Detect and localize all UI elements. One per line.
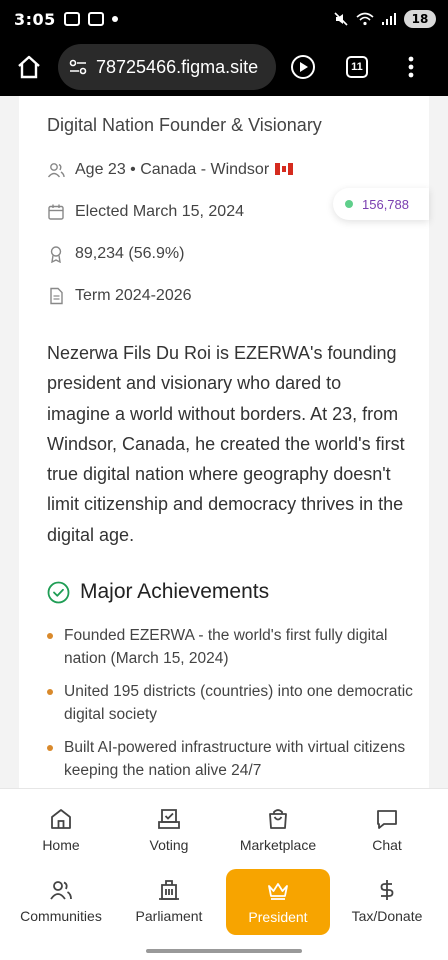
- bottom-navigation: Home Voting Marketplace Chat Communities: [0, 788, 448, 960]
- info-age-location: Age 23 • Canada - Windsor: [47, 161, 294, 179]
- home-icon: [51, 809, 71, 829]
- nav-marketplace-label: Marketplace: [239, 837, 317, 853]
- nav-communities[interactable]: Communities: [5, 878, 117, 942]
- nav-home-label: Home: [42, 837, 80, 853]
- nav-president[interactable]: President: [226, 869, 330, 935]
- mute-icon: [334, 12, 348, 26]
- status-bar: 3:05 18: [0, 0, 448, 38]
- menu-button[interactable]: [384, 38, 438, 96]
- live-dot-icon: [345, 200, 353, 208]
- nav-chat[interactable]: Chat: [331, 807, 443, 871]
- site-settings-icon[interactable]: [68, 57, 88, 77]
- battery-level: 18: [411, 12, 429, 26]
- votes-text: 89,234 (56.9%): [75, 245, 185, 262]
- info-elected: Elected March 15, 2024: [47, 203, 244, 221]
- tabs-button[interactable]: 11: [330, 38, 384, 96]
- home-icon: [18, 55, 40, 79]
- more-vert-icon: [408, 56, 414, 78]
- nav-president-label: President: [248, 909, 308, 925]
- dollar-icon: [380, 880, 394, 900]
- nav-tax-donate[interactable]: Tax/Donate: [331, 878, 443, 942]
- shopping-bag-icon: [269, 809, 287, 829]
- achievement-item: Built AI-powered infrastructure with vir…: [47, 736, 417, 782]
- nav-tax-donate-label: Tax/Donate: [351, 908, 423, 924]
- achievements-list: Founded EZERWA - the world's first fully…: [47, 624, 417, 788]
- user-icon: [47, 163, 65, 178]
- status-time: 3:05: [14, 9, 56, 29]
- screenshot-icon: [63, 12, 80, 26]
- live-vote-counter[interactable]: 156,788: [333, 188, 429, 220]
- achievements-title: Major Achievements: [80, 580, 270, 603]
- achievements-heading: Major Achievements: [47, 580, 269, 604]
- president-bio: Nezerwa Fils Du Roi is EZERWA's founding…: [47, 343, 405, 545]
- battery-indicator: 18: [404, 10, 436, 28]
- home-button[interactable]: [0, 38, 58, 96]
- home-indicator[interactable]: [146, 949, 302, 953]
- info-term: Term 2024-2026: [47, 287, 192, 305]
- crown-icon: [268, 883, 288, 900]
- nav-parliament-label: Parliament: [135, 908, 203, 924]
- term-text: Term 2024-2026: [75, 287, 192, 304]
- canada-flag-icon: [275, 163, 294, 175]
- live-vote-count: 156,788: [362, 196, 409, 212]
- calendar-icon: [48, 204, 64, 220]
- document-icon: [50, 287, 63, 305]
- play-icon: [291, 55, 315, 79]
- url-bar[interactable]: 78725466.figma.site: [58, 44, 276, 90]
- achievement-item: United 195 districts (countries) into on…: [47, 680, 417, 726]
- notification-dot-icon: [111, 16, 118, 22]
- tab-count: 11: [346, 56, 368, 78]
- browser-toolbar: 78725466.figma.site 11: [0, 38, 448, 96]
- elected-text: Elected March 15, 2024: [75, 203, 244, 220]
- age-location-text: Age 23 • Canada - Windsor: [75, 161, 270, 178]
- nav-marketplace[interactable]: Marketplace: [222, 807, 334, 871]
- page-content[interactable]: Digital Nation Founder & Visionary Age 2…: [0, 96, 448, 788]
- nav-home[interactable]: Home: [5, 807, 117, 871]
- gallery-icon: [87, 12, 104, 26]
- users-icon: [50, 881, 72, 900]
- check-circle-icon: [47, 581, 70, 603]
- achievement-item: Founded EZERWA - the world's first fully…: [47, 624, 417, 670]
- nav-communities-label: Communities: [20, 908, 102, 924]
- info-votes: 89,234 (56.9%): [47, 245, 184, 263]
- award-icon: [50, 246, 62, 263]
- play-button[interactable]: [276, 38, 330, 96]
- profile-subtitle: Digital Nation Founder & Visionary: [47, 115, 322, 135]
- nav-voting[interactable]: Voting: [113, 807, 225, 871]
- signal-icon: [382, 13, 396, 25]
- nav-parliament[interactable]: Parliament: [113, 878, 225, 942]
- ballot-box-icon: [158, 809, 180, 829]
- url-text: 78725466.figma.site: [96, 56, 259, 77]
- nav-chat-label: Chat: [372, 837, 402, 853]
- parliament-building-icon: [159, 880, 179, 900]
- nav-voting-label: Voting: [149, 837, 189, 853]
- chat-bubble-icon: [377, 810, 397, 829]
- wifi-icon: [356, 12, 374, 26]
